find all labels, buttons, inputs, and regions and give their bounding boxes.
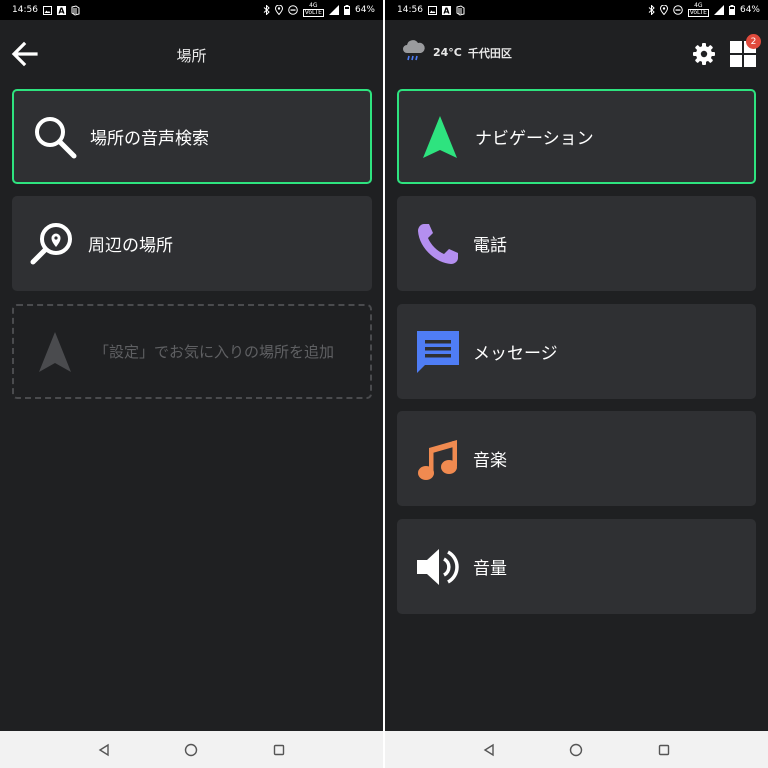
location-name: 千代田区 — [467, 46, 512, 60]
status-time: 14:56 — [397, 5, 423, 15]
network-type: 4G VoLTE — [687, 2, 709, 17]
message-icon — [413, 327, 463, 377]
temperature: 24°C — [433, 46, 462, 59]
network-type: 4G VoLTE — [302, 2, 324, 17]
rain-cloud-icon — [401, 38, 427, 67]
square-recents-icon — [273, 744, 285, 755]
item-label: 音量 — [473, 559, 507, 579]
app-notification-icon: A — [56, 5, 66, 15]
status-time: 14:56 — [12, 5, 38, 15]
app-notification-icon: A — [441, 5, 451, 15]
header: 24°C 千代田区 2 — [385, 20, 768, 86]
bluetooth-icon — [648, 5, 655, 15]
phone-icon — [413, 219, 463, 269]
music-note-icon — [413, 434, 463, 484]
settings-button[interactable] — [691, 41, 717, 67]
phone-button[interactable]: 電話 — [397, 196, 756, 291]
do-not-disturb-icon — [672, 5, 683, 15]
item-label: 音楽 — [473, 451, 507, 471]
battery-percent: 64% — [354, 5, 375, 15]
status-bar: 14:56 A 4G VoLTE 64% — [0, 0, 383, 20]
nav-home-button[interactable] — [566, 740, 586, 760]
navigation-arrow-icon — [30, 327, 80, 377]
signal-icon — [328, 5, 339, 15]
header: 場所 — [0, 20, 383, 86]
places-screen: 14:56 A 4G VoLTE 64% 場所 場所の音声検索 周辺の場所 「設… — [0, 0, 383, 768]
home-screen: 14:56 A 4G VoLTE 64% 24°C 千代田区 2 ナビゲーション… — [385, 0, 768, 768]
item-label: メッセージ — [473, 344, 558, 364]
do-not-disturb-icon — [287, 5, 298, 15]
item-label: 電話 — [473, 236, 507, 256]
item-label: 場所の音声検索 — [90, 129, 209, 149]
svg-text:A: A — [443, 6, 450, 15]
nav-recents-button[interactable] — [269, 740, 289, 760]
weather-widget[interactable]: 24°C 千代田区 — [401, 38, 512, 67]
battery-percent: 64% — [739, 5, 760, 15]
item-label: 周辺の場所 — [88, 236, 173, 256]
nav-back-button[interactable] — [94, 740, 114, 760]
navigation-arrow-icon — [415, 112, 465, 162]
nearby-search-icon — [28, 219, 78, 269]
nav-recents-button[interactable] — [654, 740, 674, 760]
nav-back-button[interactable] — [479, 740, 499, 760]
signal-icon — [713, 5, 724, 15]
music-button[interactable]: 音楽 — [397, 411, 756, 506]
gear-icon — [693, 43, 715, 65]
nearby-places-button[interactable]: 周辺の場所 — [12, 196, 372, 291]
search-icon — [30, 112, 80, 162]
messages-button[interactable]: メッセージ — [397, 304, 756, 399]
square-recents-icon — [658, 744, 670, 755]
nav-home-button[interactable] — [181, 740, 201, 760]
volume-button[interactable]: 音量 — [397, 519, 756, 614]
triangle-back-icon — [98, 743, 109, 756]
notification-badge: 2 — [746, 34, 761, 49]
item-label: 「設定」でお気に入りの場所を追加 — [94, 343, 335, 361]
location-icon — [274, 5, 283, 15]
bluetooth-icon — [263, 5, 270, 15]
gallery-notification-icon — [42, 5, 52, 15]
triangle-back-icon — [483, 743, 494, 756]
system-nav-bar — [0, 731, 383, 768]
voice-search-places-button[interactable]: 場所の音声検索 — [12, 89, 372, 184]
status-bar: 14:56 A 4G VoLTE 64% — [385, 0, 768, 20]
system-nav-bar — [385, 731, 768, 768]
item-label: ナビゲーション — [475, 129, 594, 149]
circle-home-icon — [185, 743, 198, 756]
location-icon — [659, 5, 668, 15]
circle-home-icon — [570, 743, 583, 756]
navigation-button[interactable]: ナビゲーション — [397, 89, 756, 184]
battery-icon — [728, 5, 735, 15]
page-title: 場所 — [176, 47, 207, 65]
battery-icon — [343, 5, 350, 15]
speaker-icon — [413, 542, 463, 592]
stack-notification-icon — [71, 4, 80, 16]
stack-notification-icon — [456, 4, 465, 16]
svg-text:A: A — [58, 6, 65, 15]
add-favorite-placeholder: 「設定」でお気に入りの場所を追加 — [12, 304, 372, 399]
gallery-notification-icon — [427, 5, 437, 15]
